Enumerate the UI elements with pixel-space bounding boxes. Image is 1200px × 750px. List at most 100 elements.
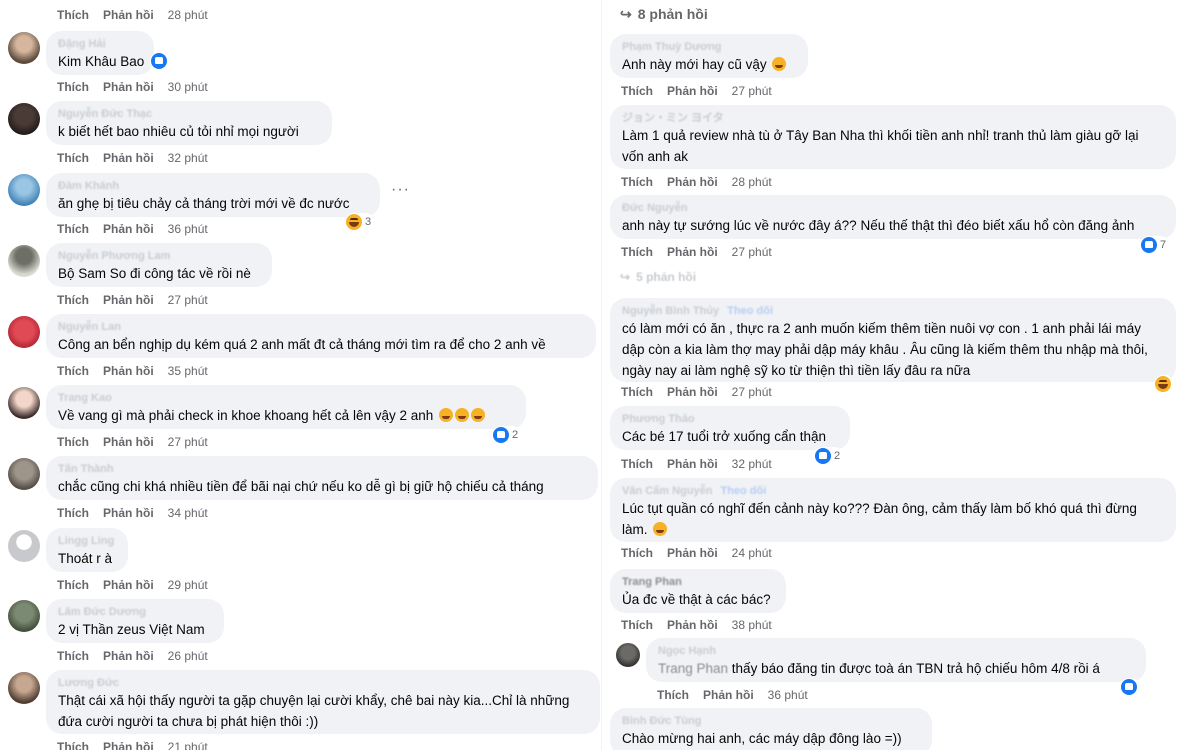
follow-link[interactable]: Theo dõi [720, 485, 766, 497]
reply-link[interactable]: Phản hồi [667, 385, 718, 399]
comment-author[interactable]: Nguyễn Phương Lam [58, 249, 260, 263]
view-more-replies-link[interactable]: ↪ 5 phản hồi [620, 270, 696, 284]
reply-link[interactable]: Phản hồi [103, 364, 154, 378]
like-link[interactable]: Thích [57, 578, 89, 592]
avatar[interactable] [8, 174, 40, 206]
like-link[interactable]: Thích [657, 688, 689, 702]
like-link[interactable]: Thích [57, 364, 89, 378]
comment-author[interactable]: Đàm Khánh [58, 179, 368, 193]
comment-author[interactable]: ジョン・ミン ヨイタ [622, 111, 1164, 125]
comment-author[interactable]: Lingg Ling [58, 534, 116, 548]
avatar[interactable] [8, 103, 40, 135]
comment-time[interactable]: 24 phút [732, 546, 772, 560]
like-link[interactable]: Thích [57, 435, 89, 449]
reply-link[interactable]: Phản hồi [667, 84, 718, 98]
like-link[interactable]: Thích [621, 84, 653, 98]
reply-link[interactable]: Phản hồi [103, 740, 154, 750]
reply-link[interactable]: Phản hồi [667, 175, 718, 189]
reply-link[interactable]: Phản hồi [667, 457, 718, 471]
more-options-icon[interactable]: ··· [391, 181, 410, 199]
reaction-badge[interactable] [150, 52, 170, 70]
comment-author[interactable]: Tấn Thành [58, 462, 586, 476]
like-link[interactable]: Thích [57, 506, 89, 520]
comment-author[interactable]: Trang Kao [58, 391, 514, 405]
avatar[interactable] [8, 600, 40, 632]
reply-link[interactable]: Phản hồi [103, 293, 154, 307]
like-link[interactable]: Thích [621, 175, 653, 189]
comment-author[interactable]: Lâm Đức Dương [58, 605, 212, 619]
reaction-badge[interactable]: 2 [492, 426, 522, 444]
comment-author[interactable]: Đức Nguyễn [622, 201, 1164, 215]
like-link[interactable]: Thích [621, 457, 653, 471]
like-link[interactable]: Thích [57, 8, 89, 22]
reaction-badge[interactable]: 3 [345, 213, 375, 231]
comment-author[interactable]: Trang Phan [622, 575, 774, 589]
comment-author[interactable]: Nguyễn Bình Thủy Theo dõi [622, 304, 1164, 318]
reply-link[interactable]: Phản hồi [667, 618, 718, 632]
reply-link[interactable]: Phản hồi [103, 649, 154, 663]
comment-time[interactable]: 28 phút [732, 175, 772, 189]
comment-time[interactable]: 28 phút [168, 8, 208, 22]
reaction-badge[interactable] [1120, 678, 1140, 696]
comment-time[interactable]: 27 phút [168, 435, 208, 449]
avatar[interactable] [8, 245, 40, 277]
like-link[interactable]: Thích [57, 80, 89, 94]
comment-time[interactable]: 34 phút [168, 506, 208, 520]
comment-author[interactable]: Bình Đức Tùng [622, 714, 920, 728]
comment-time[interactable]: 27 phút [732, 385, 772, 399]
like-link[interactable]: Thích [57, 740, 89, 750]
avatar[interactable] [8, 316, 40, 348]
comment-author[interactable]: Văn Cẩm Nguyễn Theo dõi [622, 484, 1164, 498]
avatar[interactable] [8, 530, 40, 562]
reply-link[interactable]: Phản hồi [703, 688, 754, 702]
reply-link[interactable]: Phản hồi [103, 578, 154, 592]
comment-time[interactable]: 29 phút [168, 578, 208, 592]
reaction-badge[interactable] [1154, 375, 1174, 393]
comment-author[interactable]: Đặng Hải [58, 37, 142, 51]
avatar[interactable] [8, 387, 40, 419]
reply-link[interactable]: Phản hồi [103, 80, 154, 94]
comment-time[interactable]: 27 phút [168, 293, 208, 307]
like-link[interactable]: Thích [57, 293, 89, 307]
like-link[interactable]: Thích [621, 546, 653, 560]
like-link[interactable]: Thích [57, 222, 89, 236]
comment-author[interactable]: Nguyễn Đức Thạc [58, 107, 320, 121]
avatar[interactable] [616, 643, 640, 667]
mention-link[interactable]: Trang Phan [658, 661, 728, 676]
reply-link[interactable]: Phản hồi [667, 245, 718, 259]
comment-time[interactable]: 36 phút [768, 688, 808, 702]
comment-author[interactable]: Phương Thảo [622, 412, 838, 426]
author-name[interactable]: Văn Cẩm Nguyễn [622, 485, 712, 497]
reply-link[interactable]: Phản hồi [103, 435, 154, 449]
reaction-badge[interactable]: 2 [814, 447, 844, 465]
author-name[interactable]: Nguyễn Bình Thủy [622, 305, 719, 317]
comment-time[interactable]: 26 phút [168, 649, 208, 663]
comment-time[interactable]: 35 phút [168, 364, 208, 378]
like-link[interactable]: Thích [621, 385, 653, 399]
comment-time[interactable]: 21 phút [168, 740, 208, 750]
comment-time[interactable]: 38 phút [732, 618, 772, 632]
like-link[interactable]: Thích [57, 649, 89, 663]
avatar[interactable] [8, 672, 40, 704]
comment-author[interactable]: Lương Đức [58, 676, 590, 690]
comment-author[interactable]: Phạm Thuỳ Dương [622, 40, 796, 54]
comment-time[interactable]: 30 phút [168, 80, 208, 94]
comment-time[interactable]: 32 phút [168, 151, 208, 165]
reply-link[interactable]: Phản hồi [103, 222, 154, 236]
reaction-badge[interactable]: 7 [1140, 236, 1170, 254]
comment-time[interactable]: 27 phút [732, 84, 772, 98]
like-link[interactable]: Thích [57, 151, 89, 165]
like-link[interactable]: Thích [621, 618, 653, 632]
comment-time[interactable]: 36 phút [168, 222, 208, 236]
comment-time[interactable]: 27 phút [732, 245, 772, 259]
comment-time[interactable]: 32 phút [732, 457, 772, 471]
reply-link[interactable]: Phản hồi [103, 151, 154, 165]
reply-link[interactable]: Phản hồi [103, 506, 154, 520]
avatar[interactable] [8, 458, 40, 490]
comment-author[interactable]: Ngọc Hạnh [658, 644, 1134, 658]
reply-link[interactable]: Phản hồi [667, 546, 718, 560]
comment-author[interactable]: Nguyễn Lan [58, 320, 584, 334]
like-link[interactable]: Thích [621, 245, 653, 259]
follow-link[interactable]: Theo dõi [727, 305, 773, 317]
view-replies-link[interactable]: ↪ 8 phản hồi [620, 6, 708, 23]
